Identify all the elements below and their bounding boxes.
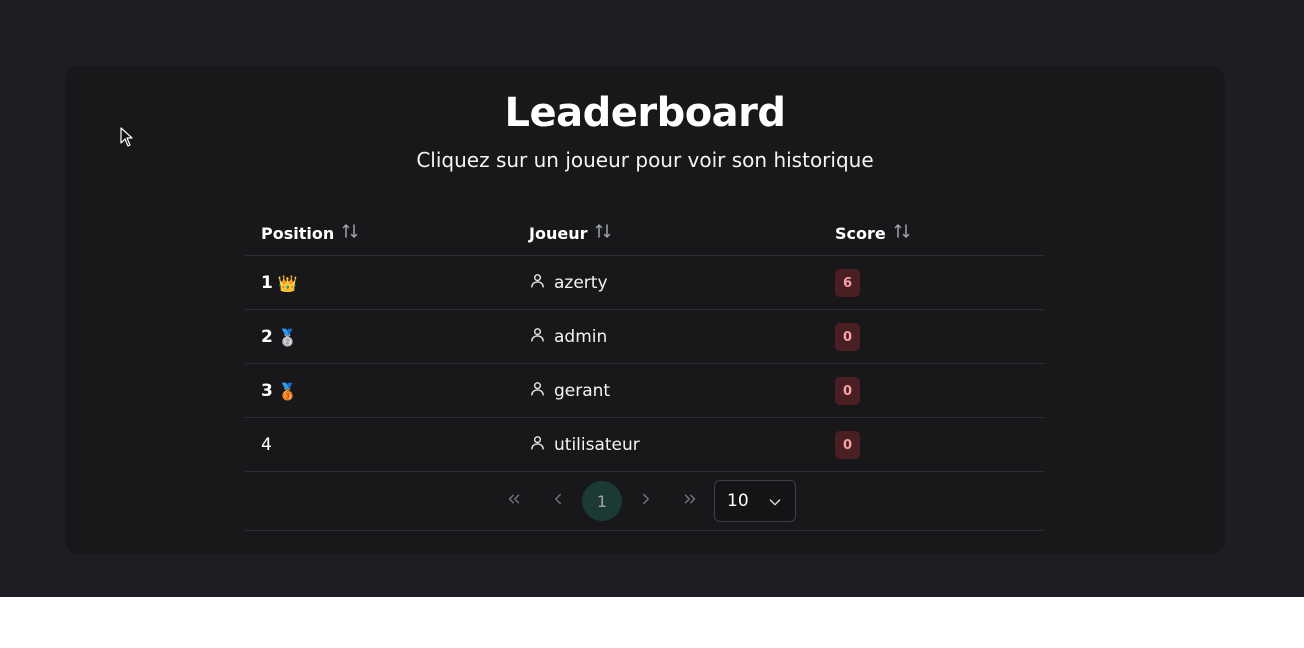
- sort-icon: [894, 222, 910, 244]
- position-number: 4: [261, 435, 272, 455]
- pagination: 1 10: [245, 472, 1044, 531]
- user-icon: [529, 326, 546, 348]
- score-badge: 6: [835, 269, 860, 297]
- player-name: admin: [554, 327, 608, 347]
- table-row[interactable]: 2 🥈 admin 0: [245, 310, 1044, 364]
- player-name: utilisateur: [554, 435, 640, 455]
- column-header-player[interactable]: Joueur: [529, 222, 611, 244]
- leaderboard-table: Position Joueur Score 1 👑 azerty 6 2 🥈 a…: [245, 208, 1044, 531]
- position-number: 2: [261, 327, 273, 347]
- first-page-button[interactable]: [494, 481, 534, 521]
- player-name: gerant: [554, 381, 611, 401]
- score-badge: 0: [835, 323, 860, 351]
- player-cell: azerty: [529, 256, 608, 310]
- position-cell: 4: [261, 418, 272, 472]
- player-cell: admin: [529, 310, 607, 364]
- chevron-right-icon: [637, 490, 655, 512]
- score-cell: 0: [835, 364, 860, 418]
- chevron-left-icon: [549, 490, 567, 512]
- column-label-score: Score: [835, 223, 886, 243]
- last-page-button[interactable]: [670, 481, 710, 521]
- crown-icon: 👑: [277, 273, 298, 293]
- next-page-button[interactable]: [626, 481, 666, 521]
- table-row[interactable]: 4 utilisateur 0: [245, 418, 1044, 472]
- table-row[interactable]: 1 👑 azerty 6: [245, 256, 1044, 310]
- sort-icon: [595, 222, 611, 244]
- column-header-position[interactable]: Position: [261, 222, 358, 244]
- position-cell: 1 👑: [261, 256, 299, 310]
- score-cell: 0: [835, 418, 860, 472]
- mouse-cursor-icon: [120, 127, 133, 147]
- user-icon: [529, 380, 546, 402]
- position-number: 1: [261, 273, 273, 293]
- bronze-medal-icon: 🥉: [277, 381, 298, 401]
- position-cell: 3 🥉: [261, 364, 299, 418]
- page-subtitle: Cliquez sur un joueur pour voir son hist…: [416, 148, 874, 172]
- player-name: azerty: [554, 273, 608, 293]
- page-size-value: 10: [727, 491, 749, 511]
- page-size-select[interactable]: 10: [714, 480, 796, 522]
- score-badge: 0: [835, 377, 860, 405]
- page-button-current[interactable]: 1: [582, 481, 622, 521]
- column-label-player: Joueur: [529, 223, 588, 243]
- column-label-position: Position: [261, 223, 335, 243]
- player-cell: utilisateur: [529, 418, 640, 472]
- previous-page-button[interactable]: [538, 481, 578, 521]
- chevrons-right-icon: [681, 490, 699, 512]
- column-header-score[interactable]: Score: [835, 222, 910, 244]
- score-badge: 0: [835, 431, 860, 459]
- page-title: Leaderboard: [504, 90, 786, 136]
- score-cell: 6: [835, 256, 860, 310]
- chevrons-left-icon: [505, 490, 523, 512]
- position-cell: 2 🥈: [261, 310, 299, 364]
- silver-medal-icon: 🥈: [277, 327, 298, 347]
- user-icon: [529, 272, 546, 294]
- position-number: 3: [261, 381, 273, 401]
- user-icon: [529, 434, 546, 456]
- score-cell: 0: [835, 310, 860, 364]
- player-cell: gerant: [529, 364, 610, 418]
- table-header: Position Joueur Score: [245, 208, 1044, 256]
- sort-icon: [342, 222, 358, 244]
- table-row[interactable]: 3 🥉 gerant 0: [245, 364, 1044, 418]
